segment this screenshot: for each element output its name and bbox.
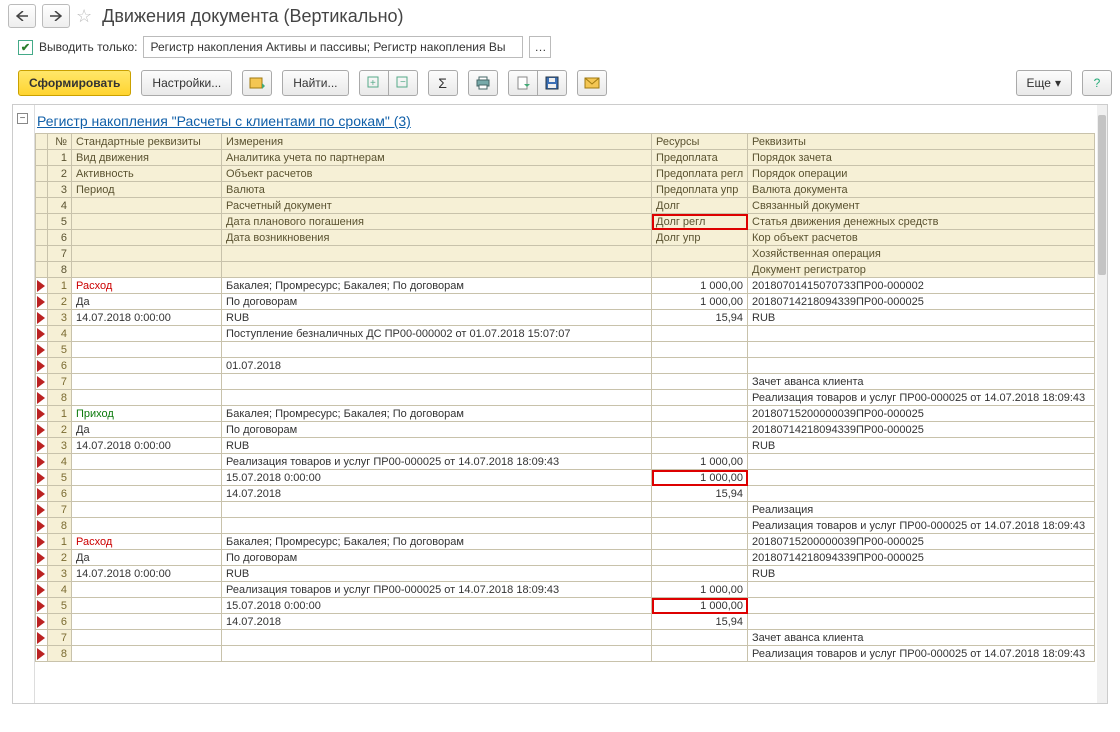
svg-text:+: + [370, 78, 376, 89]
expand-group: + − [359, 70, 418, 96]
find-button[interactable]: Найти... [282, 70, 348, 96]
save-group [508, 70, 567, 96]
collapse-icon: − [396, 76, 410, 90]
printer-icon [475, 76, 491, 90]
chevron-down-icon: ▾ [1055, 76, 1061, 90]
report-table: №Стандартные реквизитыИзмеренияРесурсыРе… [35, 133, 1095, 662]
help-button[interactable]: ? [1082, 70, 1112, 96]
sum-button[interactable]: Σ [428, 70, 458, 96]
show-only-checkbox[interactable]: ✔ [18, 40, 33, 55]
variants-icon [249, 76, 265, 90]
outline-gutter: − [13, 105, 35, 703]
back-button[interactable] [8, 4, 36, 28]
settings-button[interactable]: Настройки... [141, 70, 232, 96]
more-label: Еще [1027, 76, 1051, 90]
arrow-left-icon [16, 11, 28, 21]
report-scroll[interactable]: Регистр накопления "Расчеты с клиентами … [35, 111, 1097, 703]
arrow-right-icon [50, 11, 62, 21]
print-button[interactable] [468, 70, 498, 96]
question-icon: ? [1094, 76, 1101, 90]
page-save-icon [516, 76, 530, 90]
show-only-value[interactable]: Регистр накопления Активы и пассивы; Рег… [143, 36, 523, 58]
vertical-scrollbar[interactable] [1097, 105, 1107, 703]
svg-text:−: − [400, 77, 406, 88]
toolbar: Сформировать Настройки... Найти... + − Σ… [0, 66, 1120, 104]
report-area: − Регистр накопления "Расчеты с клиентам… [12, 104, 1108, 704]
page-title: Движения документа (Вертикально) [102, 6, 403, 27]
expand-icon: + [367, 76, 381, 90]
email-button[interactable] [577, 70, 607, 96]
show-only-picker[interactable]: … [529, 36, 551, 58]
more-button[interactable]: Еще ▾ [1016, 70, 1072, 96]
scroll-thumb[interactable] [1098, 115, 1106, 275]
save-diskette-button[interactable] [537, 70, 567, 96]
diskette-icon [545, 76, 559, 90]
forward-button[interactable] [42, 4, 70, 28]
collapse-toggle[interactable]: − [17, 113, 28, 124]
favorite-star-icon[interactable]: ☆ [76, 6, 92, 27]
top-bar: ☆ Движения документа (Вертикально) [0, 0, 1120, 32]
filter-row: ✔ Выводить только: Регистр накопления Ак… [0, 32, 1120, 66]
sigma-icon: Σ [438, 75, 447, 91]
section-title[interactable]: Регистр накопления "Расчеты с клиентами … [35, 111, 1097, 133]
generate-button[interactable]: Сформировать [18, 70, 131, 96]
variants-button[interactable] [242, 70, 272, 96]
expand-all-button[interactable]: + [359, 70, 389, 96]
collapse-all-button[interactable]: − [388, 70, 418, 96]
envelope-icon [584, 77, 600, 89]
save-to-file-button[interactable] [508, 70, 538, 96]
show-only-label: Выводить только: [39, 40, 137, 54]
